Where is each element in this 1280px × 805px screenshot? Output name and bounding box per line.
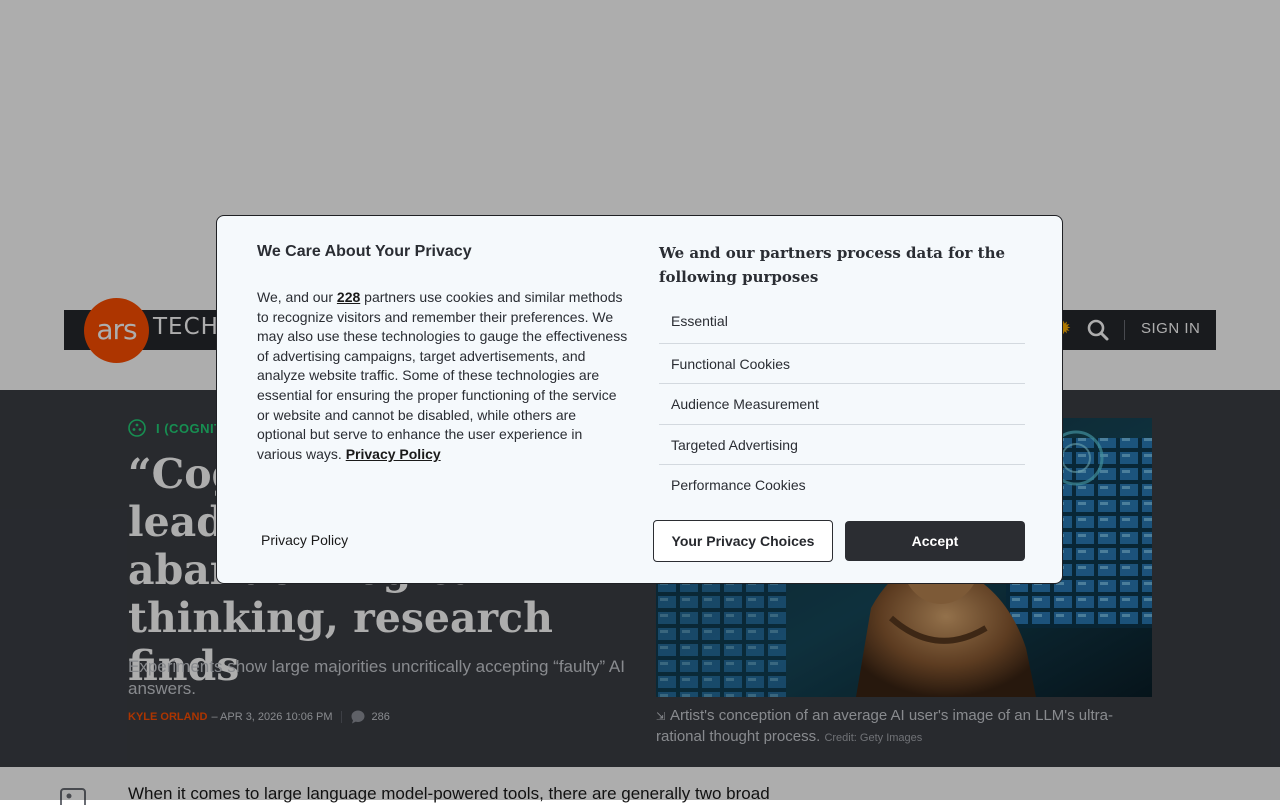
consent-text-start: We, and our	[257, 289, 337, 305]
purpose-essential[interactable]: Essential	[659, 301, 1025, 341]
privacy-policy-link[interactable]: Privacy Policy	[261, 532, 348, 548]
purpose-targeted-advertising[interactable]: Targeted Advertising	[659, 424, 1025, 464]
consent-title: We Care About Your Privacy	[257, 243, 472, 260]
purpose-performance-cookies[interactable]: Performance Cookies	[659, 464, 1025, 504]
privacy-choices-button[interactable]: Your Privacy Choices	[653, 520, 833, 562]
privacy-policy-inline-link[interactable]: Privacy Policy	[346, 446, 441, 462]
consent-text-rest: partners use cookies and similar methods…	[257, 289, 628, 462]
purpose-audience-measurement[interactable]: Audience Measurement	[659, 383, 1025, 423]
privacy-consent-dialog: We Care About Your Privacy We, and our 2…	[216, 215, 1063, 584]
consent-description: We, and our 228 partners use cookies and…	[257, 288, 629, 464]
purpose-functional-cookies[interactable]: Functional Cookies	[659, 343, 1025, 383]
purposes-heading: We and our partners process data for the…	[659, 244, 1006, 286]
accept-button[interactable]: Accept	[845, 521, 1025, 561]
partners-count-link[interactable]: 228	[337, 289, 360, 305]
